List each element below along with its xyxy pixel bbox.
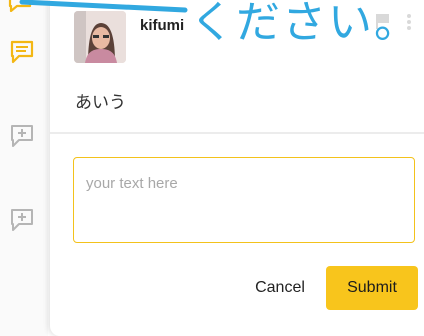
add-comment-icon[interactable]: [10, 208, 34, 234]
reply-input[interactable]: your text here: [73, 157, 415, 243]
divider: [50, 132, 424, 134]
add-comment-icon[interactable]: [10, 124, 34, 150]
comment-active-icon[interactable]: [10, 40, 34, 66]
comment-card: kifumi あいう your text here Cancel Submit: [50, 0, 424, 336]
submit-button[interactable]: Submit: [326, 266, 418, 310]
cancel-button[interactable]: Cancel: [238, 268, 322, 308]
comment-text: あいう: [75, 93, 126, 113]
reply-placeholder: your text here: [86, 175, 178, 192]
annotation-text: ください。: [190, 0, 420, 48]
annotation-arrow: [19, 0, 188, 13]
